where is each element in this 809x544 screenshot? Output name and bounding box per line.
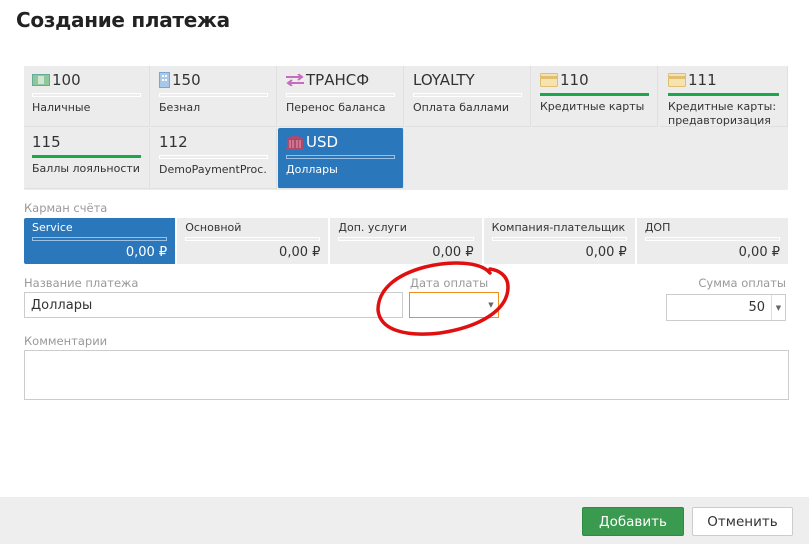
pocket-dop[interactable]: ДОП 0,00 ₽: [636, 218, 789, 264]
payment-type-112[interactable]: 112 DemoPaymentProc...: [151, 128, 277, 189]
pocket-label: Карман счёта: [24, 201, 108, 215]
payment-name-label: Название платежа: [24, 276, 139, 290]
bank-icon: [286, 134, 304, 150]
payment-type-loyalty[interactable]: LOYALTY Оплата баллами: [405, 66, 531, 127]
payment-name-input[interactable]: Доллары: [24, 292, 403, 318]
payment-type-110[interactable]: 110 Кредитные карты: [532, 66, 658, 127]
payment-type-115[interactable]: 115 Баллы лояльности: [24, 128, 150, 189]
payment-type-usd[interactable]: USD Доллары: [278, 128, 404, 189]
payment-sum-input[interactable]: 50 ▼: [666, 294, 786, 321]
building-icon: [159, 72, 170, 88]
payment-type-transfer[interactable]: ТРАНСФ Перенос баланса: [278, 66, 404, 127]
chevron-down-icon[interactable]: ▼: [771, 295, 785, 320]
comment-textarea[interactable]: [24, 350, 789, 400]
cash-icon: [32, 74, 50, 86]
dialog-title: Создание платежа: [16, 8, 230, 32]
payment-type-grid: 100 Наличные 150 Безнал ТРАНСФ Перенос б…: [24, 66, 788, 190]
comment-label: Комментарии: [24, 334, 108, 348]
payment-type-100[interactable]: 100 Наличные: [24, 66, 150, 127]
cancel-button[interactable]: Отменить: [692, 507, 793, 536]
annotation-circle: [376, 261, 510, 336]
add-button[interactable]: Добавить: [582, 507, 684, 536]
dialog-footer: Добавить Отменить: [0, 497, 809, 544]
payment-type-150[interactable]: 150 Безнал: [151, 66, 277, 127]
pocket-service[interactable]: Service 0,00 ₽: [24, 218, 178, 264]
transfer-icon: [286, 74, 304, 86]
credit-card-icon: [668, 73, 686, 87]
payment-sum-label: Сумма оплаты: [698, 276, 786, 290]
pocket-main[interactable]: Основной 0,00 ₽: [177, 218, 331, 264]
payment-type-111[interactable]: 111 Кредитные карты: предавторизация: [660, 66, 788, 127]
credit-card-icon: [540, 73, 558, 87]
